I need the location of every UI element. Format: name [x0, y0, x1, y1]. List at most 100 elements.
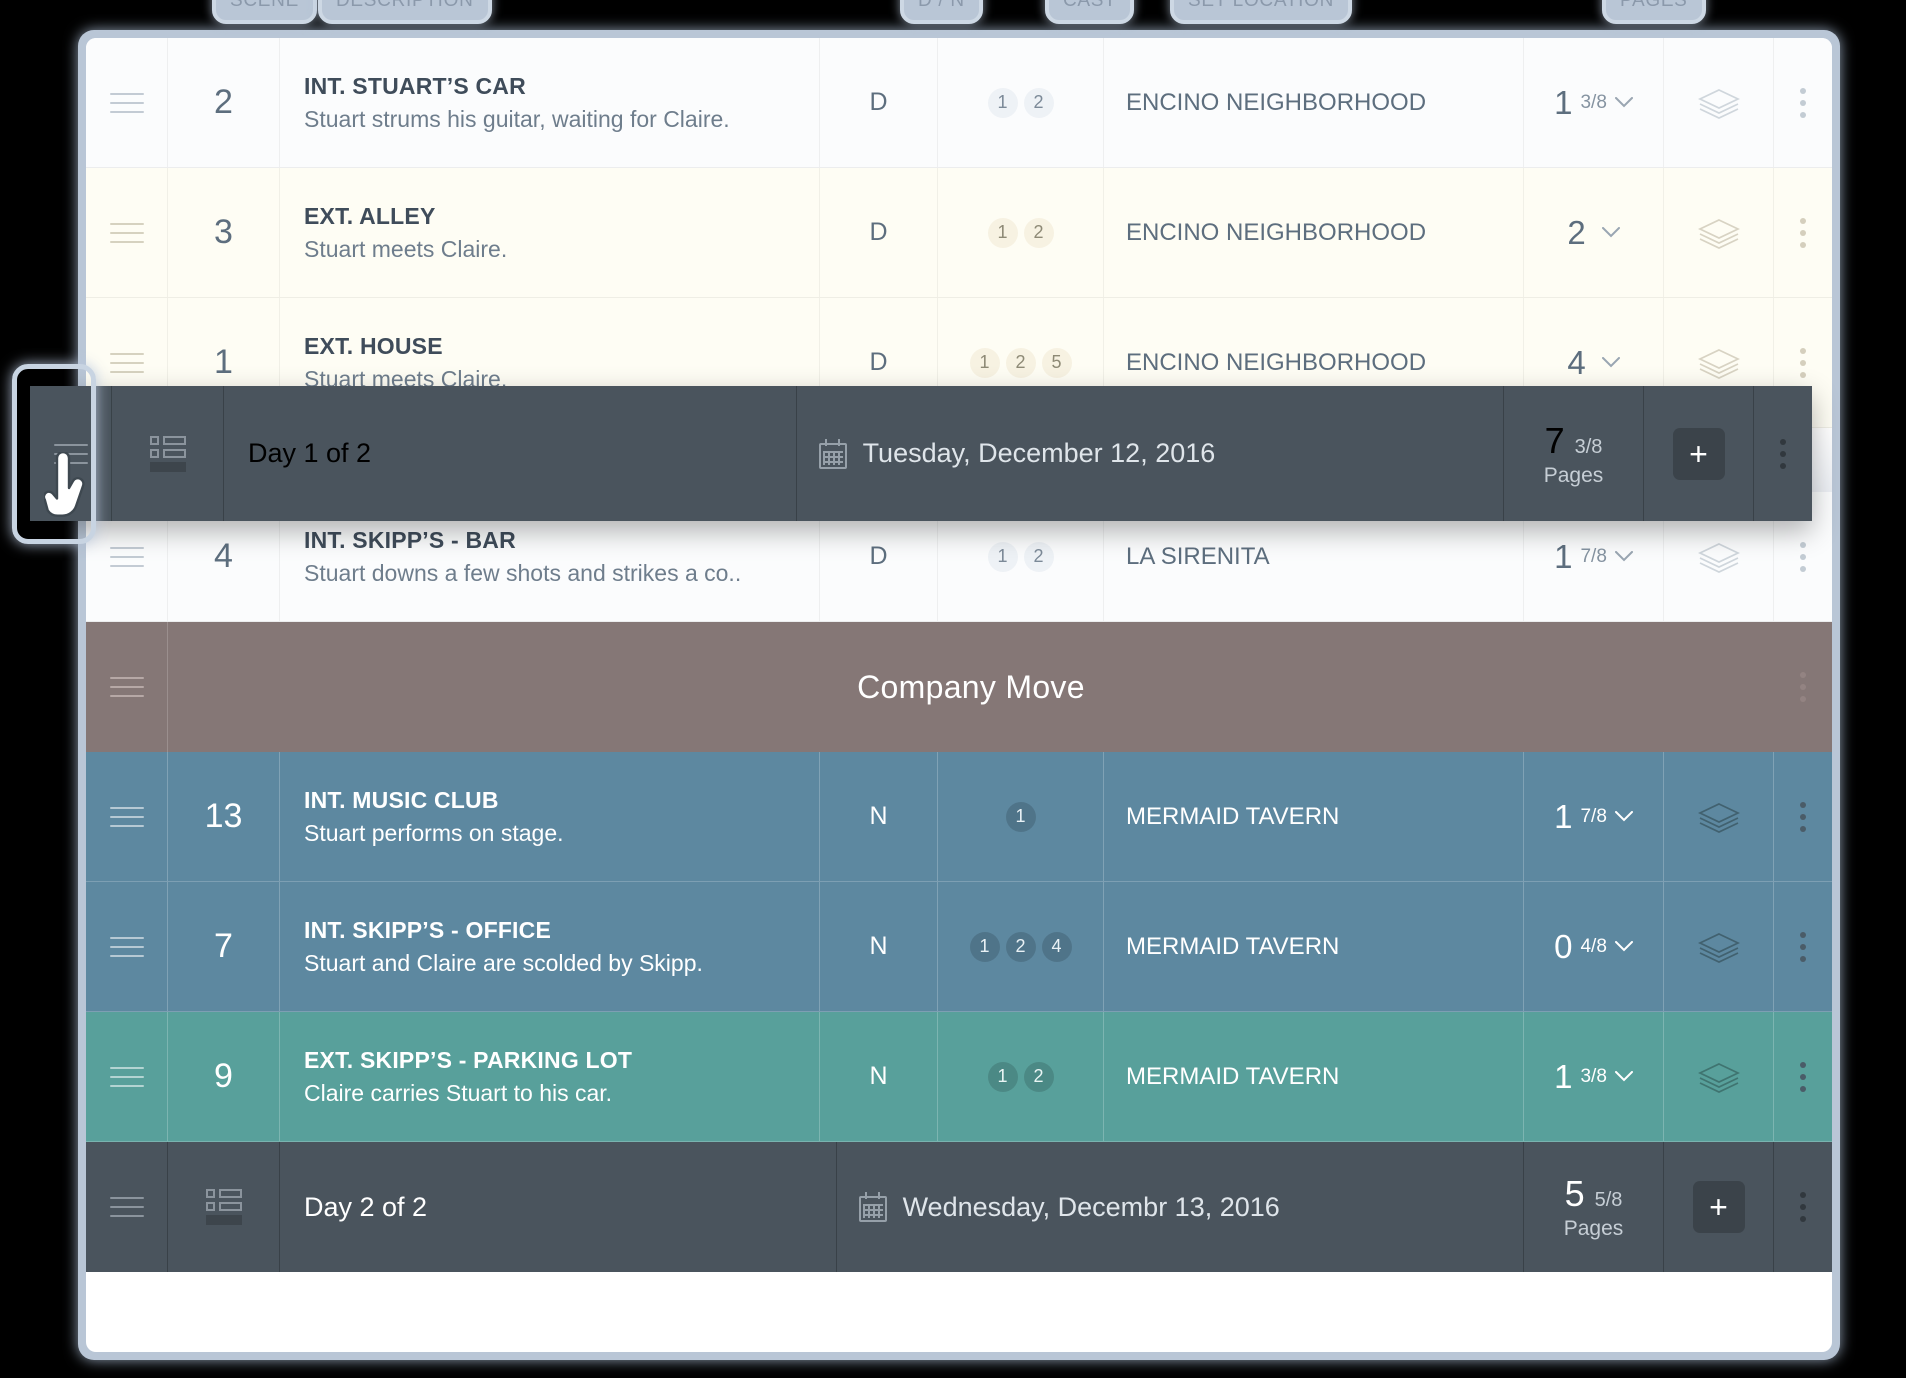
- scene-description: EXT. SKIPP’S - PARKING LOT Claire carrie…: [280, 1012, 820, 1141]
- add-strip-button-cell[interactable]: +: [1664, 1142, 1774, 1272]
- cast-badge[interactable]: 1: [969, 347, 1000, 378]
- chevron-down-icon[interactable]: [1614, 551, 1633, 562]
- row-overflow-menu[interactable]: [1774, 38, 1832, 167]
- kebab-menu-icon: [1800, 672, 1806, 702]
- drag-handle-icon: [109, 92, 144, 113]
- cast-badge[interactable]: 1: [969, 931, 1000, 962]
- strip-layers-button[interactable]: [1664, 168, 1774, 297]
- chevron-down-icon[interactable]: [1601, 357, 1620, 368]
- page-count[interactable]: 2: [1524, 168, 1664, 297]
- day-page-fraction: 5/8: [1594, 1189, 1623, 1211]
- page-count[interactable]: 1 3/8: [1524, 1012, 1664, 1141]
- cast-badge[interactable]: 1: [1005, 801, 1036, 832]
- row-drag-handle[interactable]: [86, 168, 168, 297]
- cast-badge[interactable]: 1: [987, 87, 1018, 118]
- column-header-set-location[interactable]: SET LOCATION: [1170, 0, 1353, 24]
- chevron-down-icon[interactable]: [1601, 227, 1620, 238]
- cast-badge[interactable]: 5: [1041, 347, 1072, 378]
- drag-handle-icon: [109, 1066, 144, 1087]
- column-header-day-night[interactable]: D / N: [900, 0, 983, 24]
- cast-badge[interactable]: 1: [987, 217, 1018, 248]
- day-date[interactable]: Tuesday, December 12, 2016: [797, 386, 1504, 521]
- set-location: MERMAID TAVERN: [1104, 882, 1524, 1011]
- day-night-value: D: [820, 168, 938, 297]
- row-overflow-menu[interactable]: [1774, 882, 1832, 1011]
- layers-icon: [1697, 931, 1741, 963]
- row-overflow-menu[interactable]: [1774, 752, 1832, 881]
- row-overflow-menu[interactable]: [1774, 1012, 1832, 1141]
- layers-icon: [1697, 541, 1741, 573]
- page-count[interactable]: 0 4/8: [1524, 882, 1664, 1011]
- strip-layers-button[interactable]: [1664, 882, 1774, 1011]
- scene-description: EXT. ALLEY Stuart meets Claire.: [280, 168, 820, 297]
- kebab-menu-icon: [1800, 541, 1806, 572]
- kebab-menu-icon: [1800, 801, 1806, 832]
- cast-badge[interactable]: 2: [1005, 347, 1036, 378]
- add-strip-button[interactable]: +: [1692, 1181, 1745, 1233]
- page-fraction: 7/8: [1580, 805, 1607, 827]
- row-drag-handle[interactable]: [86, 1012, 168, 1141]
- row-drag-handle[interactable]: [86, 38, 168, 167]
- day-board-button[interactable]: [168, 1142, 280, 1272]
- chevron-down-icon[interactable]: [1614, 1071, 1633, 1082]
- add-strip-button[interactable]: +: [1672, 427, 1725, 480]
- day-page-total: 5 5/8 Pages: [1524, 1142, 1664, 1272]
- row-drag-handle[interactable]: [86, 752, 168, 881]
- day-date-text: Wednesday, Decembr 13, 2016: [902, 1191, 1280, 1222]
- table-row[interactable]: 7 INT. SKIPP’S - OFFICE Stuart and Clair…: [86, 882, 1832, 1012]
- scene-synopsis: Stuart downs a few shots and strikes a c…: [304, 559, 742, 586]
- table-row[interactable]: 13 INT. MUSIC CLUB Stuart performs on st…: [86, 752, 1832, 882]
- scene-slugline: INT. SKIPP’S - BAR: [304, 526, 516, 553]
- chevron-down-icon[interactable]: [1614, 941, 1633, 952]
- row-overflow-menu[interactable]: [1774, 168, 1832, 297]
- calendar-icon: [818, 438, 847, 469]
- row-drag-handle[interactable]: [86, 882, 168, 1011]
- day-overflow-menu[interactable]: [1774, 1142, 1832, 1272]
- table-row[interactable]: 2 INT. STUART’S CAR Stuart strums his gu…: [86, 38, 1832, 168]
- schedule-card: 2 INT. STUART’S CAR Stuart strums his gu…: [78, 30, 1840, 1360]
- cast-badge[interactable]: 1: [987, 541, 1018, 572]
- layers-icon: [1697, 217, 1741, 249]
- drag-handle-icon: [109, 546, 144, 567]
- day-date[interactable]: Wednesday, Decembr 13, 2016: [837, 1142, 1524, 1272]
- cast-badge[interactable]: 2: [1023, 1061, 1054, 1092]
- strip-layers-button[interactable]: [1664, 38, 1774, 167]
- company-move-title: Company Move: [857, 668, 1085, 705]
- company-move-banner[interactable]: Company Move: [86, 622, 1832, 752]
- day-bar-1-dragging[interactable]: Day 1 of 2 Tuesday, December 12, 2016 7 …: [30, 386, 1812, 521]
- drag-handle-icon: [109, 677, 144, 697]
- add-strip-button-cell[interactable]: +: [1644, 386, 1754, 521]
- table-row[interactable]: 3 EXT. ALLEY Stuart meets Claire. D 1 2 …: [86, 168, 1832, 298]
- table-row[interactable]: 9 EXT. SKIPP’S - PARKING LOT Claire carr…: [86, 1012, 1832, 1142]
- strip-layers-button[interactable]: [1664, 1012, 1774, 1141]
- kebab-menu-icon: [1800, 217, 1806, 248]
- column-header-cast[interactable]: CAST: [1045, 0, 1135, 24]
- strip-layers-button[interactable]: [1664, 752, 1774, 881]
- cast-list: 1 2 4: [938, 882, 1104, 1011]
- chevron-down-icon[interactable]: [1614, 97, 1633, 108]
- page-count[interactable]: 1 7/8: [1524, 752, 1664, 881]
- day-board-button[interactable]: [112, 386, 224, 521]
- cast-badge[interactable]: 2: [1023, 541, 1054, 572]
- day-overflow-menu[interactable]: [1754, 386, 1812, 521]
- scene-synopsis: Claire carries Stuart to his car.: [304, 1079, 613, 1106]
- scene-slugline: EXT. SKIPP’S - PARKING LOT: [304, 1046, 633, 1073]
- day-page-count: 5 5/8: [1564, 1173, 1623, 1214]
- day-bar-2[interactable]: Day 2 of 2 Wednesday, Decembr 13, 2016 5…: [86, 1142, 1832, 1272]
- drag-handle-icon: [109, 936, 144, 957]
- cast-badge[interactable]: 2: [1023, 87, 1054, 118]
- chevron-down-icon[interactable]: [1614, 811, 1633, 822]
- column-header-description[interactable]: DESCRIPTION: [318, 0, 492, 24]
- set-location: ENCINO NEIGHBORHOOD: [1104, 168, 1524, 297]
- page-count[interactable]: 1 3/8: [1524, 38, 1664, 167]
- cast-badge[interactable]: 4: [1041, 931, 1072, 962]
- row-overflow-menu[interactable]: [1774, 622, 1832, 752]
- column-header-pages[interactable]: PAGES: [1602, 0, 1706, 24]
- column-header-scene[interactable]: SCENE: [212, 0, 317, 24]
- row-drag-handle[interactable]: [86, 622, 168, 752]
- cast-badge[interactable]: 2: [1005, 931, 1036, 962]
- cast-badge[interactable]: 2: [1023, 217, 1054, 248]
- day-label: Day 2 of 2: [280, 1142, 837, 1272]
- cast-badge[interactable]: 1: [987, 1061, 1018, 1092]
- day-drag-handle[interactable]: [86, 1142, 168, 1272]
